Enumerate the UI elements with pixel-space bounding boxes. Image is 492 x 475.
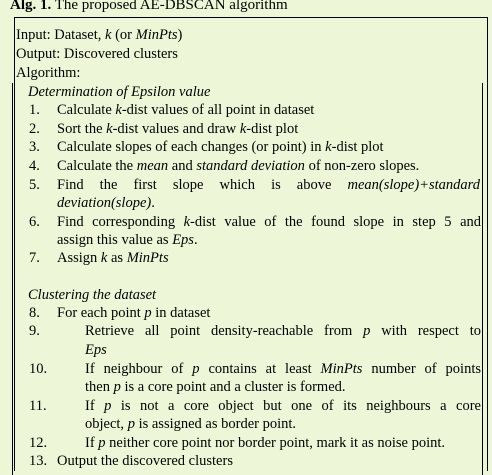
- step-2-text: Sort the k-dist values and draw k-dist p…: [57, 121, 299, 137]
- step-6-text-line2: assign this value as Eps.: [57, 232, 198, 248]
- step-11-text-line2: object, p is assigned as border point.: [85, 416, 297, 432]
- step-8-text: For each point p in dataset: [57, 305, 211, 321]
- step-number: 5.: [29, 177, 40, 193]
- inner-border-left: [12, 83, 13, 475]
- step-number: 3.: [29, 139, 40, 155]
- step-3-text: Calculate slopes of each changes (or poi…: [57, 139, 384, 155]
- output-line: Output: Discovered clusters: [16, 46, 178, 62]
- step-number: 6.: [29, 214, 40, 230]
- step-number: 8.: [29, 305, 40, 321]
- step-4-text: Calculate the mean and standard deviatio…: [57, 158, 420, 174]
- step-12-text: If p neither core point nor border point…: [85, 435, 446, 451]
- step-1-text: Calculate k-dist values of all point in …: [57, 102, 315, 118]
- step-number: 10.: [29, 361, 48, 377]
- algorithm-label: Algorithm:: [16, 65, 81, 81]
- inner-border-right: [482, 83, 483, 475]
- caption-title: The proposed AE-DBSCAN algorithm: [54, 0, 288, 13]
- step-number: 12.: [29, 435, 48, 451]
- step-13-text: Output the discovered clusters: [57, 453, 233, 469]
- step-11-text-line1: If p is not a core object but one of its…: [85, 398, 481, 414]
- step-9-text-line2: Eps: [85, 342, 107, 358]
- step-number: 2.: [29, 121, 40, 137]
- step-9-text-line1: Retrieve all point density-reachable fro…: [85, 323, 481, 339]
- step-5-text-line1: Find the first slope which is above mean…: [57, 177, 480, 193]
- step-number: 13.: [29, 453, 48, 469]
- step-5-text-line2: deviation(slope).: [57, 195, 155, 211]
- section-clustering-title: Clustering the dataset: [28, 287, 157, 303]
- step-number: 1.: [29, 102, 40, 118]
- step-10-text-line2: then p is a core point and a cluster is …: [85, 379, 346, 395]
- step-7-text: Assign k as MinPts: [57, 250, 169, 266]
- step-number: 7.: [29, 250, 40, 266]
- algorithm-caption: Alg. 1. The proposed AE-DBSCAN algorithm: [10, 0, 288, 14]
- section-epsilon-title: Determination of Epsilon value: [28, 84, 211, 100]
- caption-label: Alg. 1.: [10, 0, 52, 13]
- step-10-text-line1: If neighbour of p contains at least MinP…: [85, 361, 482, 377]
- step-6-text-line1: Find corresponding k-dist value of the f…: [57, 214, 482, 230]
- step-number: 4.: [29, 158, 40, 174]
- input-line: Input: Dataset, k (or MinPts): [16, 27, 183, 43]
- step-number: 11.: [29, 398, 47, 414]
- step-number: 9.: [29, 323, 40, 339]
